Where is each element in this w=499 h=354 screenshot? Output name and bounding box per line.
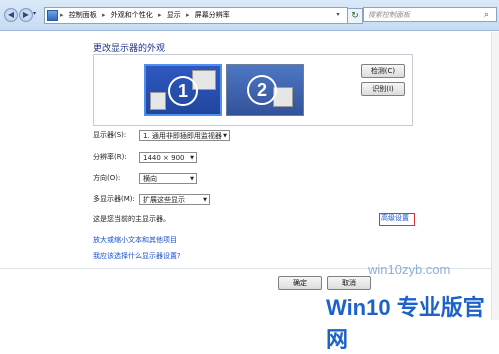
monitor-2[interactable]: 2 — [226, 64, 304, 116]
refresh-icon[interactable]: ↻ — [347, 8, 363, 24]
multiple-displays-select[interactable]: 扩展这些显示 ▼ — [139, 194, 210, 205]
highlight-box — [379, 213, 415, 226]
multiple-displays-select-value: 扩展这些显示 — [143, 196, 185, 204]
orientation-select[interactable]: 横向 ▼ — [139, 173, 197, 184]
breadcrumb: ▸ 控制面板 ▸ 外观和个性化 ▸ 显示 ▸ 屏幕分辨率 — [60, 9, 233, 21]
detect-button[interactable]: 检测(C) — [361, 64, 405, 78]
monitor-1[interactable]: 1 — [144, 64, 222, 116]
orientation-select-value: 横向 — [143, 175, 157, 183]
orientation-label: 方向(O): — [93, 174, 121, 182]
choose-settings-link[interactable]: 我应该选择什么显示器设置? — [93, 251, 181, 262]
search-input[interactable]: 搜索控制面板 — [363, 7, 497, 22]
search-icon[interactable]: ⌕ — [484, 9, 489, 21]
watermark-url: win10zyb.com — [368, 262, 451, 277]
chevron-down-icon: ▼ — [223, 133, 227, 139]
ok-button[interactable]: 确定 — [278, 276, 322, 290]
breadcrumb-separator[interactable]: ▸ — [102, 9, 106, 21]
text-size-link[interactable]: 放大或缩小文本和其他项目 — [93, 235, 177, 246]
watermark-logo: Win10 专业版官网 — [326, 295, 485, 352]
cancel-button[interactable]: 取消 — [327, 276, 371, 290]
display-select[interactable]: 1. 通用非即插即用监视器 ▼ — [139, 130, 230, 141]
scrollbar[interactable] — [491, 32, 499, 320]
address-dropdown-icon[interactable]: ▾ — [333, 9, 343, 21]
breadcrumb-control-panel[interactable]: 控制面板 — [69, 9, 97, 21]
chevron-down-icon: ▼ — [190, 155, 194, 161]
breadcrumb-display[interactable]: 显示 — [167, 9, 181, 21]
identify-button[interactable]: 识别(I) — [361, 82, 405, 96]
breadcrumb-separator: ▸ — [60, 11, 64, 19]
chevron-down-icon: ▼ — [203, 197, 207, 203]
resolution-select-value: 1440 × 900 — [143, 154, 185, 162]
breadcrumb-screen-resolution[interactable]: 屏幕分辨率 — [195, 9, 230, 21]
primary-display-text: 这是您当前的主显示器。 — [93, 215, 170, 223]
breadcrumb-separator[interactable]: ▸ — [158, 9, 162, 21]
chevron-down-icon: ▼ — [190, 176, 194, 182]
control-panel-icon — [47, 10, 58, 21]
breadcrumb-appearance[interactable]: 外观和个性化 — [111, 9, 153, 21]
display-label: 显示器(S): — [93, 131, 127, 139]
forward-button[interactable]: ▶ — [19, 8, 33, 22]
monitor-number-2: 2 — [247, 75, 277, 105]
display-select-value: 1. 通用非即插即用监视器 — [143, 132, 222, 140]
monitor-number-1: 1 — [168, 76, 198, 106]
breadcrumb-separator[interactable]: ▸ — [186, 9, 190, 21]
history-dropdown-icon[interactable]: ▾ — [33, 10, 36, 17]
monitor-preview-icon — [150, 92, 166, 110]
page-title: 更改显示器的外观 — [93, 44, 166, 54]
resolution-select[interactable]: 1440 × 900 ▼ — [139, 152, 197, 163]
resolution-label: 分辨率(R): — [93, 153, 127, 161]
multiple-displays-label: 多显示器(M): — [93, 195, 135, 203]
back-button[interactable]: ◀ — [4, 8, 18, 22]
